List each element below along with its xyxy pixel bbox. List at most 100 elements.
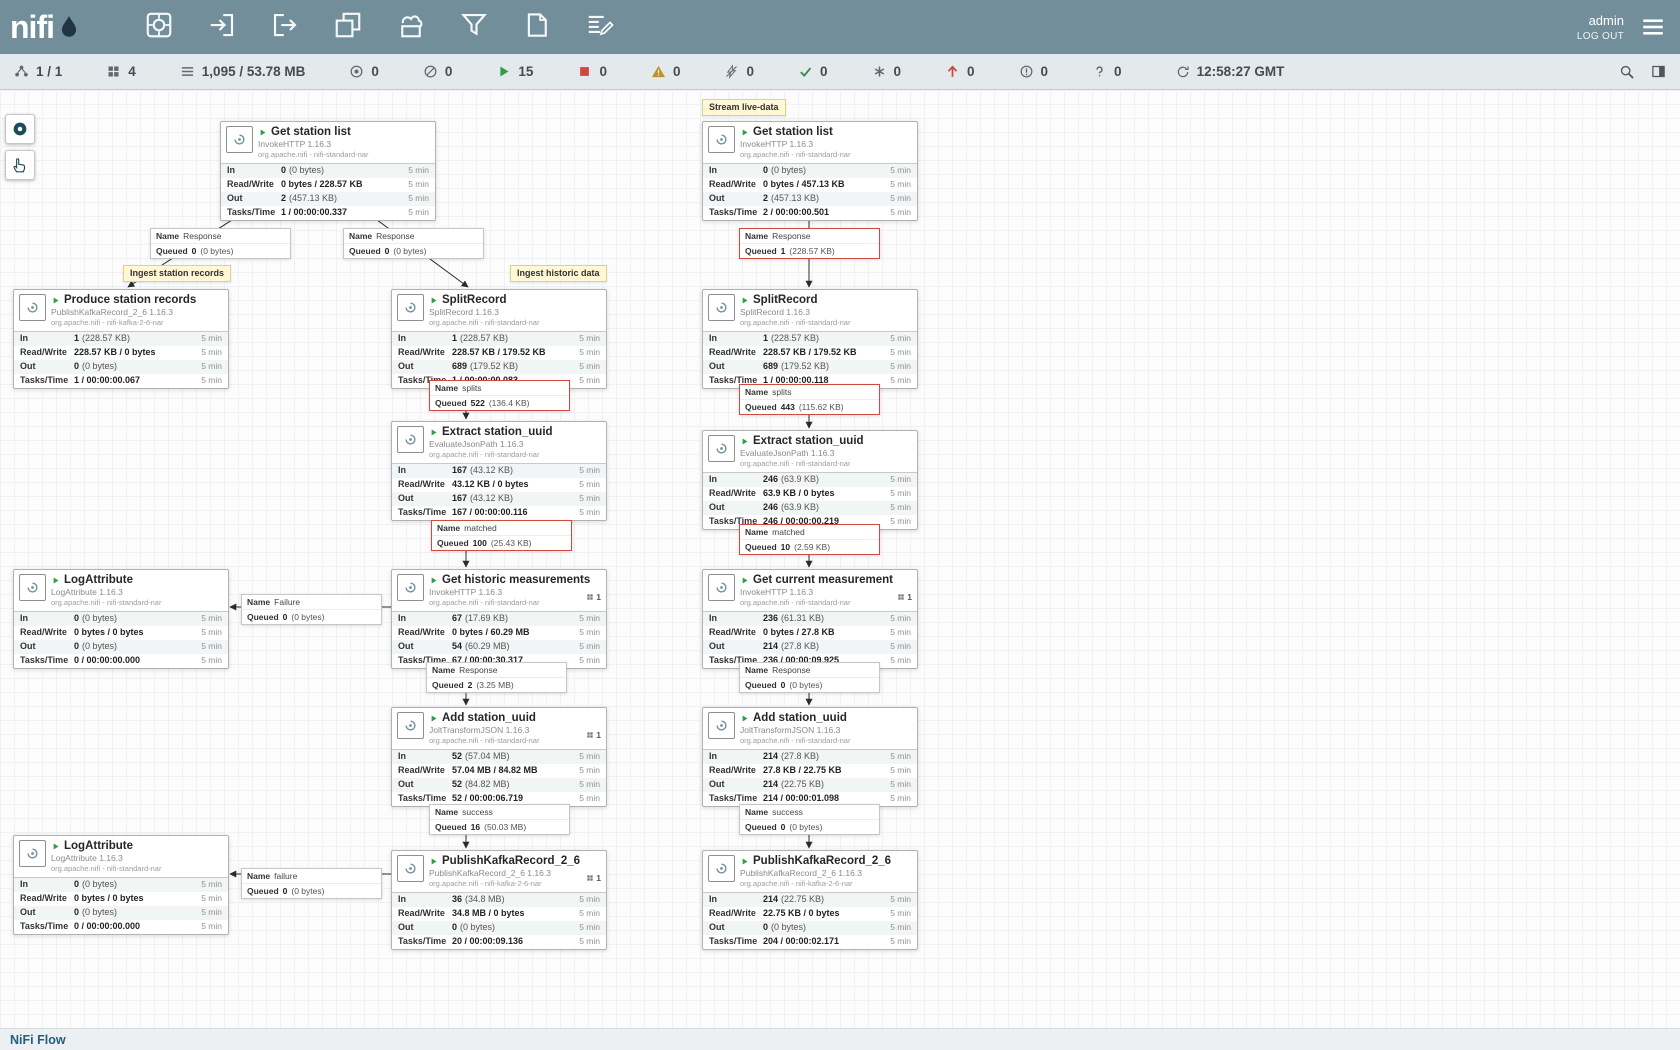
flow-label[interactable]: Ingest historic data	[510, 265, 607, 282]
cluster-indicator: 1 / 1	[14, 64, 62, 79]
processor-node[interactable]: Produce station records PublishKafkaReco…	[13, 289, 229, 389]
connection-label[interactable]: Name failure Queued 0 (0 bytes)	[241, 868, 382, 899]
processor-icon[interactable]	[144, 10, 174, 45]
stat-row-out: Out0(0 bytes)5 min	[14, 906, 228, 920]
processor-type-icon	[397, 712, 424, 739]
stopped-icon	[577, 64, 592, 79]
remote-process-group-icon[interactable]	[396, 10, 426, 45]
stat-row-in: In0(0 bytes)5 min	[14, 878, 228, 892]
queued-size: (228.57 KB)	[789, 246, 834, 256]
queued-count: 16	[471, 822, 480, 832]
stat-row-in: In0(0 bytes)5 min	[703, 164, 917, 178]
queued-count: 1	[781, 246, 786, 256]
stat-row-in: In67(17.69 KB)5 min	[392, 612, 606, 626]
current-user: admin	[1577, 13, 1624, 28]
connection-label[interactable]: Name Response Queued 0 (0 bytes)	[150, 228, 291, 259]
connection-label[interactable]: Name matched Queued 10 (2.59 KB)	[739, 524, 880, 555]
connection-label[interactable]: Name Response Queued 1 (228.57 KB)	[739, 228, 880, 259]
processor-type-icon	[708, 126, 735, 153]
flow-status-bar: 1 / 1 4 1,095 / 53.78 MB 0 0 15 0 0 0 0 …	[0, 54, 1680, 90]
stat-row-out: Out214(22.75 KB)5 min	[703, 778, 917, 792]
processor-node[interactable]: Extract station_uuid EvaluateJsonPath 1.…	[702, 430, 918, 530]
processor-type: InvokeHTTP 1.16.3	[429, 587, 590, 597]
cluster-icon	[14, 64, 29, 79]
connection-label[interactable]: Name matched Queued 100 (25.43 KB)	[431, 520, 572, 551]
processor-node[interactable]: 1 Get current measurement InvokeHTTP 1.1…	[702, 569, 918, 669]
stat-row-in: In1(228.57 KB)5 min	[14, 332, 228, 346]
processor-node[interactable]: LogAttribute LogAttribute 1.16.3 org.apa…	[13, 569, 229, 669]
connection-label[interactable]: Name success Queued 0 (0 bytes)	[739, 804, 880, 835]
navigate-palette-button[interactable]	[5, 114, 35, 144]
connection-label[interactable]: Name Response Queued 2 (3.25 MB)	[426, 662, 567, 693]
running-status-icon	[429, 296, 438, 305]
refresh-icon[interactable]	[1176, 65, 1190, 79]
processor-stats: In1(228.57 KB)5 minRead/Write228.57 KB /…	[703, 331, 917, 388]
connection-label[interactable]: Name splits Queued 443 (115.62 KB)	[739, 384, 880, 415]
connection-label[interactable]: Name Response Queued 0 (0 bytes)	[343, 228, 484, 259]
processor-type: PublishKafkaRecord_2_6 1.16.3	[429, 868, 580, 878]
processor-node[interactable]: SplitRecord SplitRecord 1.16.3 org.apach…	[391, 289, 607, 389]
queued-count: 2	[468, 680, 473, 690]
processor-type-icon	[19, 840, 46, 867]
global-menu-button[interactable]	[1640, 14, 1666, 40]
connection-label[interactable]: Name Failure Queued 0 (0 bytes)	[241, 594, 382, 625]
logo-text: nifi	[10, 11, 54, 43]
stat-row-in: In1(228.57 KB)5 min	[703, 332, 917, 346]
flow-label[interactable]: Ingest station records	[123, 265, 231, 282]
processor-node[interactable]: Get station list InvokeHTTP 1.16.3 org.a…	[702, 121, 918, 221]
processor-node[interactable]: 1 PublishKafkaRecord_2_6 PublishKafkaRec…	[391, 850, 607, 950]
logout-link[interactable]: LOG OUT	[1577, 31, 1624, 42]
processor-type: InvokeHTTP 1.16.3	[740, 587, 893, 597]
stat-row-tasks: Tasks/Time0 / 00:00:00.0005 min	[14, 920, 228, 934]
breadcrumb-root[interactable]: NiFi Flow	[10, 1033, 66, 1047]
connection-label[interactable]: Name success Queued 16 (50.03 MB)	[429, 804, 570, 835]
stat-row-in: In36(34.8 MB)5 min	[392, 893, 606, 907]
processor-node[interactable]: 1 Add station_uuid JoltTransformJSON 1.1…	[391, 707, 607, 807]
processor-type-icon	[397, 426, 424, 453]
processor-node[interactable]: SplitRecord SplitRecord 1.16.3 org.apach…	[702, 289, 918, 389]
processor-bundle: org.apache.nifi - nifi-standard-nar	[51, 864, 161, 873]
stat-row-in: In214(22.75 KB)5 min	[703, 893, 917, 907]
process-group-icon[interactable]	[333, 10, 363, 45]
uptodate-icon	[798, 64, 813, 79]
stat-row-rw: Read/Write228.57 KB / 0 bytes5 min	[14, 346, 228, 360]
processor-node[interactable]: Add station_uuid JoltTransformJSON 1.16.…	[702, 707, 918, 807]
stat-row-rw: Read/Write228.57 KB / 179.52 KB5 min	[703, 346, 917, 360]
breadcrumb-bar: NiFi Flow	[0, 1028, 1680, 1050]
processor-node[interactable]: LogAttribute LogAttribute 1.16.3 org.apa…	[13, 835, 229, 935]
locally-modified-count: 0	[872, 64, 902, 79]
processor-type-icon	[708, 294, 735, 321]
funnel-icon[interactable]	[459, 10, 489, 45]
processor-type-icon	[397, 855, 424, 882]
relationship-name: splits	[772, 387, 791, 397]
processor-stats: In1(228.57 KB)5 minRead/Write228.57 KB /…	[14, 331, 228, 388]
label-icon[interactable]	[585, 10, 615, 45]
connection-label[interactable]: Name splits Queued 522 (136.4 KB)	[429, 380, 570, 411]
input-port-icon[interactable]	[207, 10, 237, 45]
search-icon[interactable]	[1619, 64, 1635, 80]
processor-node[interactable]: Extract station_uuid EvaluateJsonPath 1.…	[391, 421, 607, 521]
processor-node[interactable]: 1 Get historic measurements InvokeHTTP 1…	[391, 569, 607, 669]
flow-label[interactable]: Stream live-data	[702, 99, 786, 116]
processor-stats: In246(63.9 KB)5 minRead/Write63.9 KB / 0…	[703, 472, 917, 529]
processor-node[interactable]: PublishKafkaRecord_2_6 PublishKafkaRecor…	[702, 850, 918, 950]
output-port-icon[interactable]	[270, 10, 300, 45]
last-refresh[interactable]: 12:58:27 GMT	[1176, 64, 1285, 79]
connection-label[interactable]: Name Response Queued 0 (0 bytes)	[739, 662, 880, 693]
queued-size: (0 bytes)	[789, 680, 822, 690]
processor-type-icon	[397, 294, 424, 321]
panel-toggle-icon[interactable]	[1651, 64, 1666, 79]
processor-stats: In0(0 bytes)5 minRead/Write0 bytes / 228…	[221, 163, 435, 220]
running-status-icon	[429, 576, 438, 585]
processor-bundle: org.apache.nifi - nifi-standard-nar	[740, 150, 850, 159]
template-icon[interactable]	[522, 10, 552, 45]
flow-canvas[interactable]: Stream live-data Ingest station records In…	[0, 90, 1680, 1028]
sync-failure-count: 0	[1092, 64, 1122, 79]
running-status-icon	[740, 857, 749, 866]
running-status-icon	[429, 857, 438, 866]
running-status-icon	[51, 842, 60, 851]
stat-row-rw: Read/Write27.8 KB / 22.75 KB5 min	[703, 764, 917, 778]
operate-palette-button[interactable]	[5, 150, 35, 180]
running-icon	[496, 64, 511, 79]
processor-node[interactable]: Get station list InvokeHTTP 1.16.3 org.a…	[220, 121, 436, 221]
